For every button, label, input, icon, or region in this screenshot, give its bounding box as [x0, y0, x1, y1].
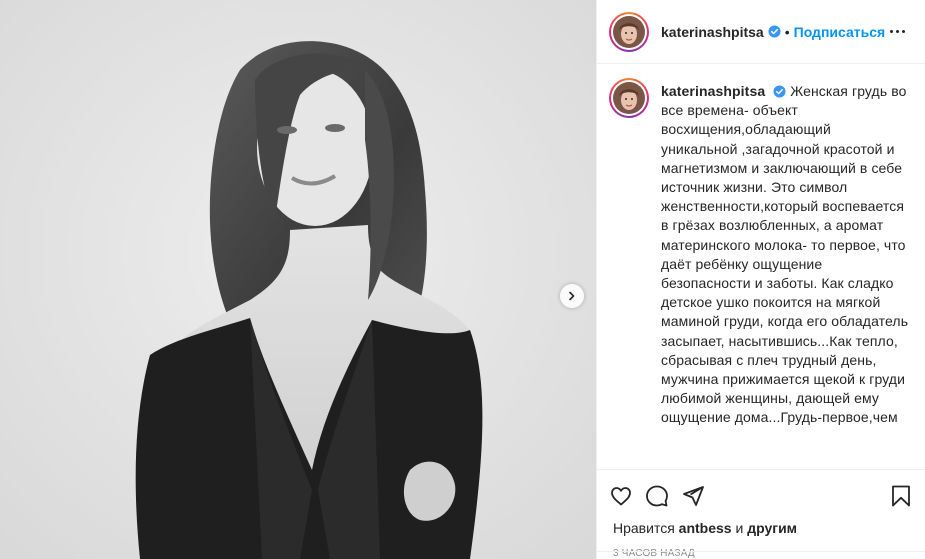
likes-prefix: Нравится — [613, 520, 675, 536]
liked-by-user[interactable]: antbess — [679, 520, 732, 536]
caption-author-avatar[interactable] — [609, 78, 649, 118]
more-icon — [889, 30, 893, 33]
author-avatar[interactable] — [609, 11, 649, 52]
header-separator: • — [784, 23, 790, 40]
comment-button[interactable] — [645, 484, 681, 508]
bookmark-icon — [892, 485, 910, 507]
author-username[interactable]: katerinashpitsa — [661, 24, 764, 40]
caption-author-username[interactable]: katerinashpitsa — [661, 83, 765, 99]
comment-box-divider — [597, 551, 925, 559]
like-button[interactable] — [609, 484, 645, 508]
comment-icon — [646, 485, 668, 507]
caption-text: Женская грудь во все времена- объект вос… — [661, 83, 909, 426]
verified-badge-icon — [773, 85, 786, 98]
post-caption: katerinashpitsa Женская грудь во все вре… — [661, 82, 909, 469]
photo-image — [0, 0, 596, 559]
post-side-panel: katerinashpitsa • Подписаться katerinash… — [596, 0, 925, 559]
next-photo-button[interactable] — [560, 284, 584, 308]
share-button[interactable] — [681, 484, 717, 508]
share-icon — [683, 486, 704, 506]
post-header: katerinashpitsa • Подписаться — [597, 0, 925, 64]
likes-conj: и — [735, 520, 744, 536]
avatar-image — [613, 15, 645, 48]
post-actions — [597, 476, 925, 516]
chevron-right-icon — [569, 291, 575, 301]
verified-badge-icon — [768, 25, 781, 38]
likes-summary: Нравится antbess и другим — [597, 516, 925, 542]
follow-button[interactable]: Подписаться — [794, 24, 886, 40]
post-photo[interactable] — [0, 0, 596, 559]
more-options-button[interactable] — [885, 20, 909, 44]
instagram-post: katerinashpitsa • Подписаться katerinash… — [0, 0, 925, 559]
heart-icon — [611, 487, 631, 506]
avatar-image — [613, 82, 645, 114]
comments-section: katerinashpitsa Женская грудь во все вре… — [597, 64, 925, 470]
save-button[interactable] — [889, 484, 913, 508]
liked-by-others[interactable]: другим — [747, 520, 797, 536]
